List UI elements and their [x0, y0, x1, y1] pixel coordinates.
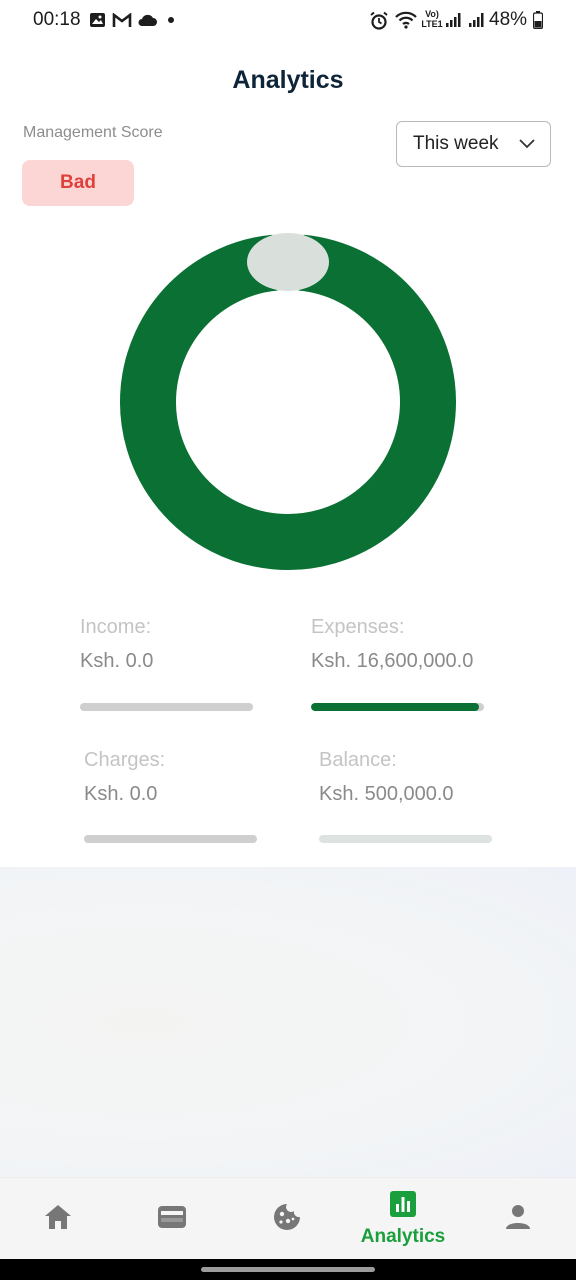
expenses-progress-bar [311, 703, 484, 711]
bottom-nav: Analytics [0, 1177, 576, 1260]
management-score-badge: Bad [22, 160, 134, 206]
cloud-icon [137, 11, 158, 29]
donut-segment-balance-cap [247, 233, 329, 291]
analytics-icon [390, 1190, 416, 1222]
gmail-icon [112, 11, 132, 29]
volte-top-text: Vo) [425, 9, 439, 19]
status-time: 00:18 [33, 9, 81, 30]
nav-analytics[interactable]: Analytics [346, 1178, 460, 1260]
expenses-value: Ksh. 16,600,000.0 [311, 650, 474, 672]
nav-cookie[interactable] [247, 1178, 327, 1260]
expenses-stat: Expenses: Ksh. 16,600,000.0 [311, 616, 551, 673]
charges-progress-bar [84, 835, 257, 843]
battery-percentage: 48% [489, 9, 528, 30]
alarm-icon [369, 11, 389, 30]
period-select-value: This week [413, 133, 499, 154]
battery-icon [532, 11, 544, 29]
dot-icon [167, 11, 175, 29]
donut-segment-expenses [119, 234, 456, 571]
nav-profile[interactable] [478, 1178, 558, 1260]
signal-icon [444, 11, 462, 29]
nav-wallet[interactable] [132, 1178, 212, 1260]
analytics-donut-chart [119, 233, 456, 571]
balance-label: Balance: [319, 749, 397, 771]
volte-icon: Vo) LTE1 [420, 9, 444, 33]
wallet-icon [157, 1204, 187, 1235]
charges-stat: Charges: Ksh. 0.0 [84, 749, 284, 806]
management-score-label: Management Score [23, 124, 163, 141]
wifi-icon [394, 11, 418, 29]
page-title: Analytics [232, 66, 344, 94]
nav-analytics-label: Analytics [360, 1225, 446, 1247]
nav-home[interactable] [18, 1178, 98, 1260]
balance-progress-bar [319, 835, 492, 843]
signal-icon [467, 11, 485, 29]
balance-stat: Balance: Ksh. 500,000.0 [319, 749, 559, 806]
charges-value: Ksh. 0.0 [84, 783, 158, 805]
charges-label: Charges: [84, 749, 166, 771]
volte-bottom-text: LTE1 [421, 19, 443, 29]
chevron-down-icon [518, 134, 536, 158]
income-stat: Income: Ksh. 0.0 [80, 616, 280, 673]
background-area [0, 867, 576, 1177]
period-select[interactable]: This week [396, 121, 551, 167]
expenses-label: Expenses: [311, 616, 405, 638]
status-bar: 00:18 Vo) LTE1 48% [0, 0, 576, 42]
income-value: Ksh. 0.0 [80, 650, 154, 672]
income-label: Income: [80, 616, 152, 638]
cookie-icon [272, 1202, 302, 1237]
expenses-progress-fill [311, 703, 479, 711]
balance-value: Ksh. 500,000.0 [319, 783, 454, 805]
home-gesture-pill[interactable] [201, 1267, 375, 1272]
person-icon [504, 1203, 532, 1236]
income-progress-bar [80, 703, 253, 711]
gallery-icon [88, 11, 106, 29]
home-icon [43, 1203, 73, 1236]
